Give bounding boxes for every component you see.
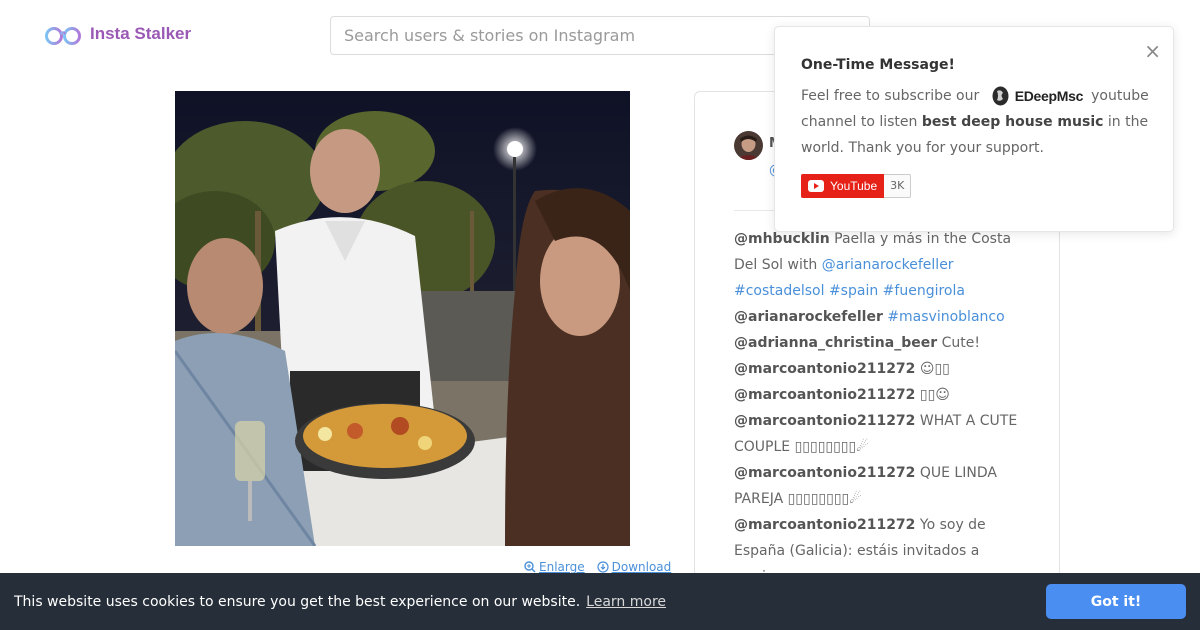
comment-text: ☺▯▯ (915, 361, 950, 377)
comment-tag-link[interactable]: #costadelsol (734, 283, 825, 299)
comment-text: ▯▯☺ (915, 387, 950, 403)
comment-username[interactable]: @marcoantonio211272 (734, 361, 915, 377)
comment-item: @marcoantonio211272 ▯▯☺ (734, 382, 1024, 408)
youtube-label: YouTube (830, 179, 878, 193)
glasses-icon (45, 27, 81, 45)
avatar[interactable] (734, 131, 763, 160)
comment-username[interactable]: @arianarockefeller (734, 309, 883, 325)
comment-username[interactable]: @marcoantonio211272 (734, 413, 915, 429)
comment-tag-link[interactable]: #fuengirola (883, 283, 965, 299)
youtube-icon (808, 180, 824, 192)
comment-username[interactable]: @marcoantonio211272 (734, 387, 915, 403)
comment-text: Cute! (937, 335, 980, 351)
download-label: Download (611, 560, 672, 574)
cookie-message: This website uses cookies to ensure you … (14, 593, 581, 610)
site-logo[interactable]: Insta Stalker (44, 22, 191, 46)
comment-item: @marcoantonio211272 QUE LINDA PAREJA ▯▯▯… (734, 460, 1024, 512)
comment-username[interactable]: @marcoantonio211272 (734, 517, 915, 533)
comment-tag-link[interactable]: #masvinoblanco (887, 309, 1004, 325)
subscriber-count: 3K (884, 174, 912, 198)
cookie-accept-button[interactable]: Got it! (1046, 584, 1186, 619)
comment-tag-link[interactable]: @arianarockefeller (822, 257, 954, 273)
comment-tag-link[interactable]: #spain (829, 283, 878, 299)
comment-item: @mhbucklin Paella y más in the Costa Del… (734, 226, 1024, 304)
download-icon (597, 561, 609, 573)
cookie-banner: This website uses cookies to ensure you … (0, 573, 1200, 630)
post-photo (175, 91, 630, 546)
zoom-icon (524, 561, 536, 573)
comment-item: @arianarockefeller #masvinoblanco (734, 304, 1024, 330)
one-time-message-popup: × One-Time Message! Feel free to subscri… (774, 26, 1174, 232)
popup-text-1: Feel free to subscribe our (801, 88, 980, 104)
comment-item: @marcoantonio211272 WHAT A CUTE COUPLE ▯… (734, 408, 1024, 460)
popup-title: One-Time Message! (801, 57, 955, 73)
download-button[interactable]: Download (597, 560, 672, 574)
comment-username[interactable]: @marcoantonio211272 (734, 465, 915, 481)
close-icon[interactable]: × (1144, 41, 1161, 61)
comment-item: @marcoantonio211272 ☺▯▯ (734, 356, 1024, 382)
youtube-subscribe-button[interactable]: YouTube (801, 174, 885, 198)
comments-list: @mhbucklin Paella y más in the Costa Del… (734, 226, 1024, 590)
brand-link[interactable]: EDeepMsc (992, 83, 1083, 109)
post-image[interactable] (175, 91, 630, 546)
logo-text: Insta Stalker (90, 24, 192, 43)
comment-username[interactable]: @mhbucklin (734, 231, 830, 247)
enlarge-button[interactable]: Enlarge (524, 560, 585, 574)
popup-body: Feel free to subscribe our EDeepMsc yout… (801, 83, 1151, 161)
brand-logo-icon (992, 86, 1009, 106)
learn-more-link[interactable]: Learn more (586, 594, 666, 610)
brand-name: EDeepMsc (1014, 88, 1084, 104)
comment-username[interactable]: @adrianna_christina_beer (734, 335, 937, 351)
enlarge-label: Enlarge (539, 560, 585, 574)
comment-item: @adrianna_christina_beer Cute! (734, 330, 1024, 356)
popup-bold-text: best deep house music (921, 114, 1104, 130)
